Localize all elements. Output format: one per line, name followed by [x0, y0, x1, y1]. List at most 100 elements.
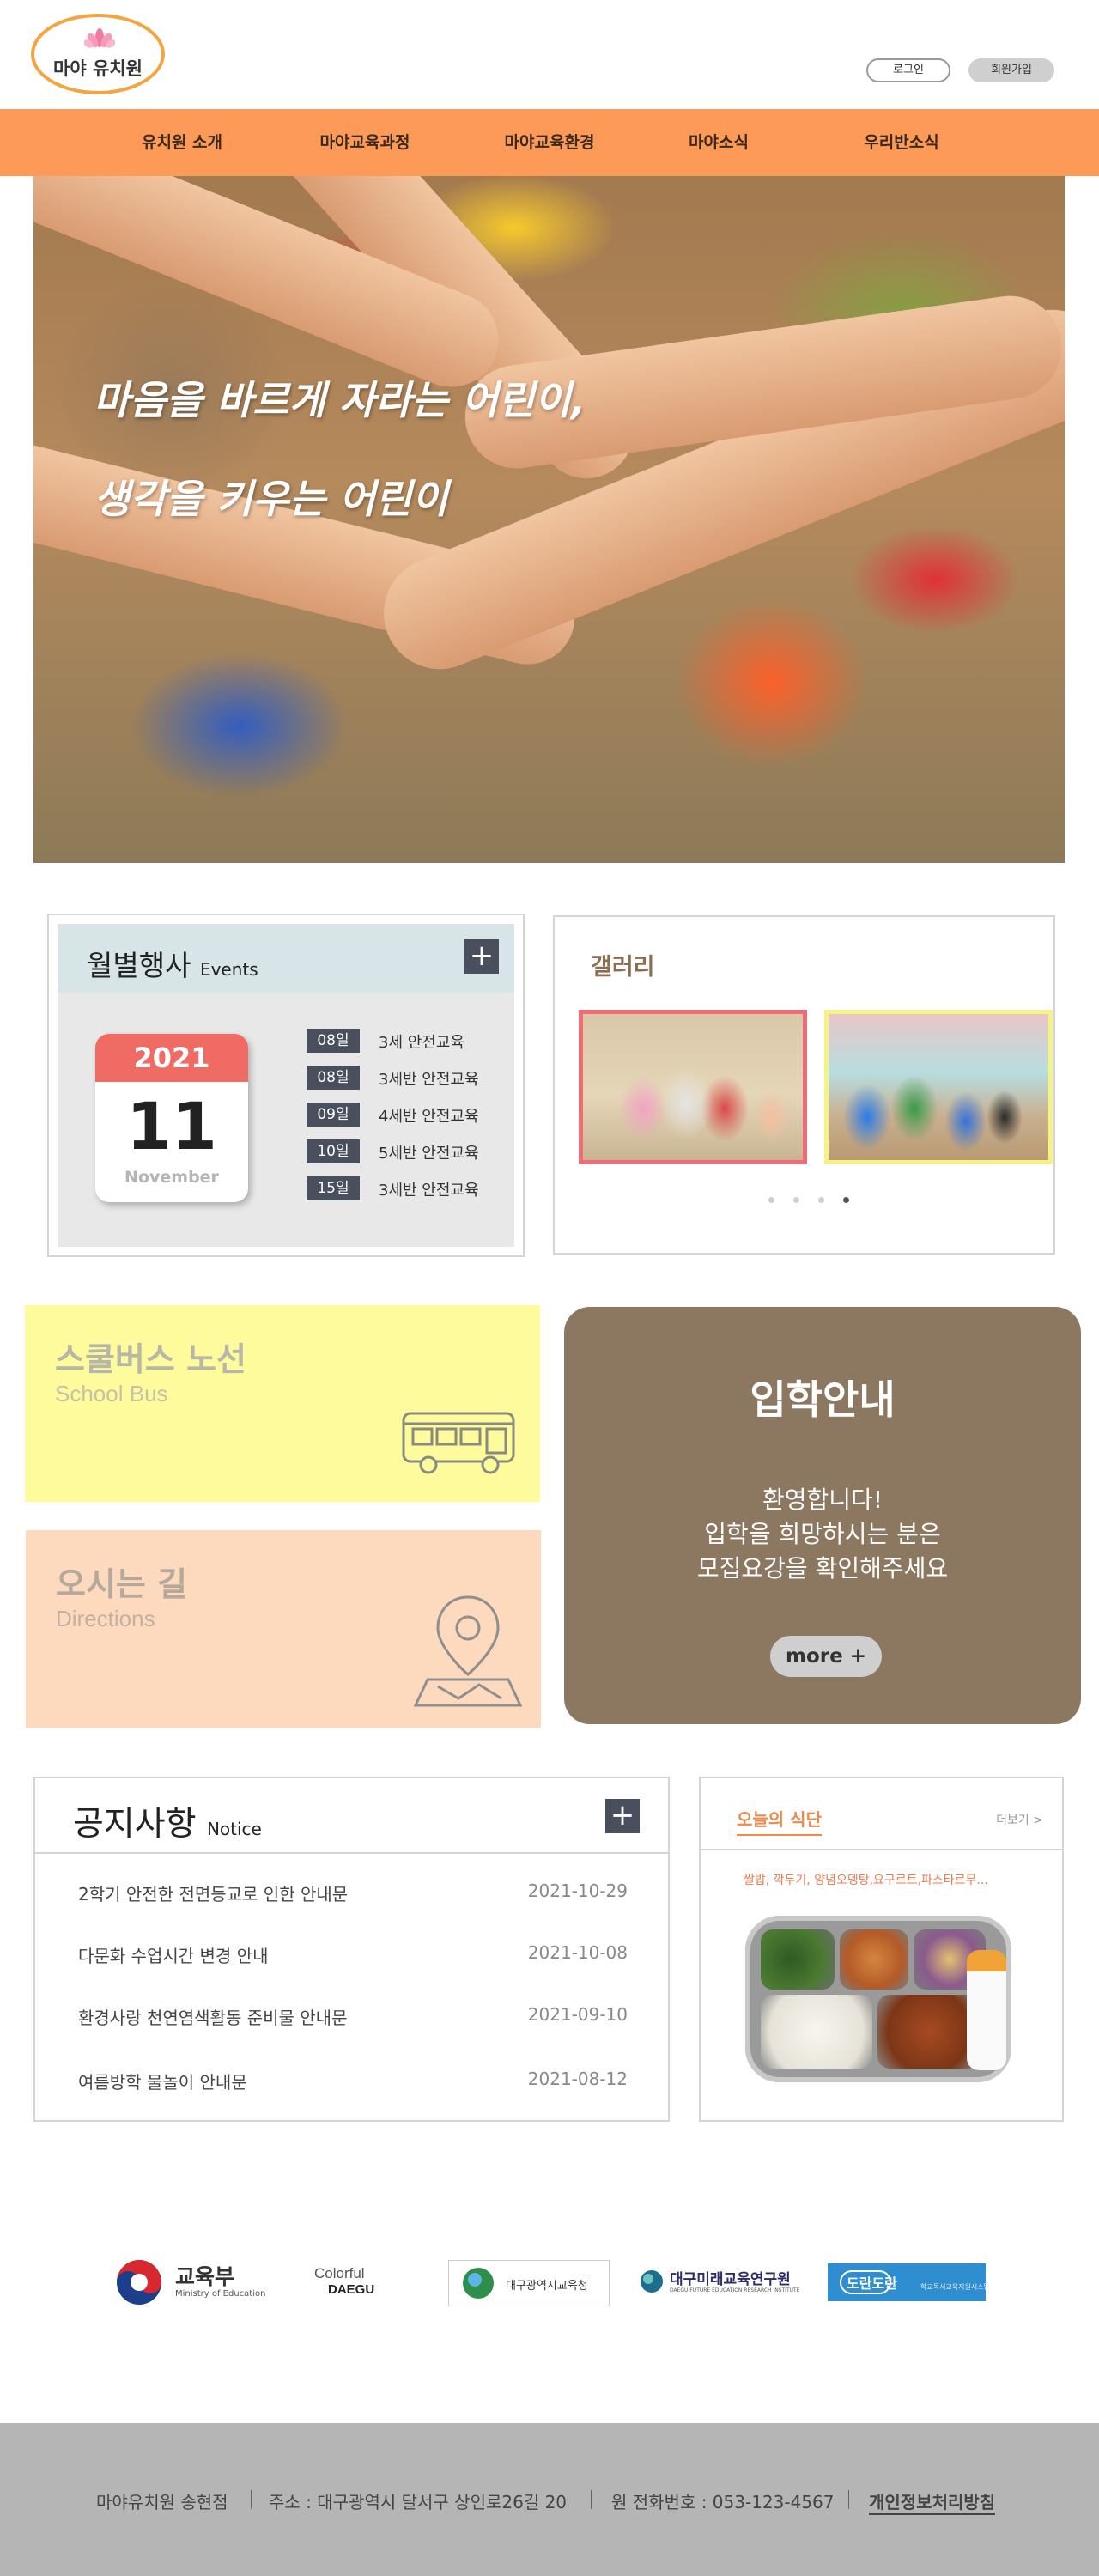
- meal-title: 오늘의 식단: [737, 1806, 822, 1836]
- event-date: 08일: [307, 1029, 360, 1053]
- notice-more-button[interactable]: +: [605, 1799, 640, 1833]
- event-item[interactable]: 15일 3세반 안전교육: [307, 1176, 513, 1202]
- calendar-card: 2021 11 November: [95, 1034, 248, 1202]
- calendar-year: 2021: [95, 1034, 248, 1082]
- event-item[interactable]: 09일 4세반 안전교육: [307, 1103, 513, 1128]
- meal-panel: 오늘의 식단 더보기 > 쌀밥, 깍두기, 양념오뎅탕,요구르트,파스타르무..…: [699, 1777, 1064, 2122]
- notice-row[interactable]: 다문화 수업시간 변경 안내 2021-10-08: [78, 1942, 628, 1968]
- directions-subtitle: Directions: [56, 1606, 155, 1631]
- notice-header: 공지사항 Notice +: [35, 1778, 668, 1854]
- admission-title: 입학안내: [750, 1376, 896, 1423]
- bus-icon: [402, 1412, 515, 1474]
- partner-library[interactable]: 도란도란 학교독서교육지원시스템: [828, 2263, 990, 2301]
- meal-dish: [840, 1929, 908, 1990]
- moe-name-en: Ministry of Education: [175, 2289, 266, 2299]
- pager-dot[interactable]: [818, 1197, 824, 1203]
- meal-dish: [761, 1995, 872, 2069]
- library-name: 도란도란: [847, 2275, 897, 2292]
- admission-text: 모집요강을 확인해주세요: [696, 1554, 949, 1583]
- footer-address: 주소 : 대구광역시 달서구 상인로26길 20: [269, 2492, 568, 2512]
- footer-phone: 원 전화번호 : 053-123-4567: [611, 2492, 835, 2512]
- nav-item-environment[interactable]: 마야교육환경: [464, 109, 635, 176]
- notice-row[interactable]: 환경사랑 천연염색활동 준비물 안내문 2021-09-10: [78, 2004, 628, 2030]
- event-date: 08일: [307, 1066, 360, 1090]
- footer-name: 마야유치원 송현점: [96, 2492, 228, 2512]
- logo-text: 마야 유치원: [53, 58, 143, 79]
- directions-tile[interactable]: 오시는 길 Directions: [26, 1530, 541, 1728]
- gallery-photo[interactable]: [824, 1010, 1053, 1164]
- hero-banner: 마음을 바르게 자라는 어린이, 생각을 키우는 어린이: [33, 176, 1065, 863]
- page: 마야 유치원 로그인 회원가입 유치원 소개 마야교육과정 마야교육환경 마야소…: [0, 0, 1099, 2576]
- event-date: 10일: [307, 1139, 360, 1163]
- school-bus-subtitle: School Bus: [55, 1381, 168, 1406]
- event-date: 09일: [307, 1103, 360, 1127]
- school-bus-tile[interactable]: 스쿨버스 노선 School Bus: [25, 1305, 540, 1502]
- partner-daegu[interactable]: Colorful DAEGU: [314, 2262, 400, 2310]
- notice-title: 공지사항 Notice: [73, 1797, 262, 1845]
- nav-item-news[interactable]: 마야소식: [633, 109, 805, 176]
- event-item[interactable]: 08일 3세 안전교육: [307, 1029, 513, 1054]
- meal-menu: 쌀밥, 깍두기, 양념오뎅탕,요구르트,파스타르무...: [744, 1874, 988, 1887]
- gallery-title[interactable]: 갤러리: [591, 948, 655, 981]
- pager-dot[interactable]: [793, 1197, 799, 1203]
- events-inner: 월별행사 Events + 2021 11 November 08일 3세 안전…: [58, 924, 514, 1247]
- event-text: 3세반 안전교육: [379, 1182, 479, 1200]
- pager-dot-active[interactable]: [843, 1197, 849, 1203]
- footer-divider: [848, 2490, 849, 2509]
- notice-text: 2학기 안전한 전면등교로 인한 안내문: [78, 1884, 349, 1905]
- notice-date: 2021-10-08: [527, 1942, 628, 1963]
- globe-icon: [463, 2268, 494, 2299]
- gallery-photo[interactable]: [579, 1010, 807, 1164]
- login-button[interactable]: 로그인: [866, 58, 950, 82]
- nav-item-class-news[interactable]: 우리반소식: [816, 109, 987, 176]
- join-button[interactable]: 회원가입: [968, 58, 1054, 82]
- event-item[interactable]: 08일 3세반 안전교육: [307, 1066, 513, 1091]
- notice-date: 2021-08-12: [527, 2069, 628, 2089]
- meal-tray-photo: [745, 1916, 1011, 2082]
- calendar-month: November: [124, 1168, 219, 1187]
- dfe-name: 대구미래교육연구원: [670, 2271, 791, 2288]
- dfe-name-en: DAEGU FUTURE EDUCATION RESEARCH INSTITUT…: [670, 2287, 800, 2293]
- events-more-button[interactable]: +: [464, 939, 499, 974]
- admission-more-button[interactable]: more +: [770, 1636, 882, 1677]
- event-text: 5세반 안전교육: [379, 1145, 479, 1163]
- notice-date: 2021-09-10: [527, 2004, 628, 2025]
- hero-headline-2: 생각을 키우는 어린이: [94, 476, 448, 522]
- hero-headline-1: 마음을 바르게 자라는 어린이,: [94, 377, 586, 423]
- nav-item-about[interactable]: 유치원 소개: [96, 109, 268, 176]
- daegu-colorful: Colorful: [314, 2265, 365, 2281]
- calendar-day: 11: [126, 1088, 217, 1164]
- admission-card: 입학안내 환영합니다! 입학을 희망하시는 분은 모집요강을 확인해주세요 mo…: [564, 1307, 1081, 1724]
- event-text: 3세 안전교육: [379, 1034, 464, 1052]
- notice-text: 환경사랑 천연염색활동 준비물 안내문: [78, 2008, 348, 2028]
- events-title-ko: 월별행사: [87, 949, 191, 982]
- globe-icon: [641, 2270, 663, 2293]
- partner-dge[interactable]: 대구광역시교육청: [448, 2260, 610, 2306]
- meal-more-link[interactable]: 더보기 >: [996, 1811, 1043, 1828]
- dge-name: 대구광역시교육청: [506, 2280, 588, 2293]
- library-sub: 학교독서교육지원시스템: [920, 2283, 990, 2291]
- logo[interactable]: 마야 유치원: [31, 14, 165, 94]
- gallery-panel: 갤러리: [553, 915, 1055, 1255]
- events-title: 월별행사 Events: [87, 943, 258, 984]
- partner-dfe[interactable]: 대구미래교육연구원 DAEGU FUTURE EDUCATION RESEARC…: [639, 2267, 802, 2315]
- event-item[interactable]: 10일 5세반 안전교육: [307, 1139, 513, 1165]
- event-text: 4세반 안전교육: [379, 1108, 479, 1126]
- gallery-pager: [768, 1197, 854, 1206]
- lotus-icon: [84, 28, 115, 48]
- partner-moe[interactable]: 교육부 Ministry of Education: [115, 2258, 287, 2306]
- notice-row[interactable]: 여름방학 물놀이 안내문 2021-08-12: [78, 2069, 628, 2094]
- daegu-name: DAEGU: [328, 2282, 375, 2297]
- admission-text: 입학을 희망하시는 분은: [704, 1520, 941, 1548]
- events-panel: 월별행사 Events + 2021 11 November 08일 3세 안전…: [47, 914, 525, 1257]
- admission-text: 환영합니다!: [762, 1485, 883, 1514]
- notice-row[interactable]: 2학기 안전한 전면등교로 인한 안내문 2021-10-29: [78, 1880, 628, 1906]
- pager-dot[interactable]: [768, 1197, 774, 1203]
- school-bus-title: 스쿨버스 노선: [55, 1340, 246, 1378]
- moe-name: 교육부: [175, 2264, 235, 2289]
- taegeuk-icon: [117, 2260, 161, 2305]
- footer: 마야유치원 송현점 주소 : 대구광역시 달서구 상인로26길 20 원 전화번…: [0, 2423, 1099, 2576]
- nav-item-curriculum[interactable]: 마야교육과정: [279, 109, 451, 176]
- privacy-policy-link[interactable]: 개인정보처리방침: [869, 2488, 996, 2515]
- directions-title: 오시는 길: [56, 1565, 188, 1603]
